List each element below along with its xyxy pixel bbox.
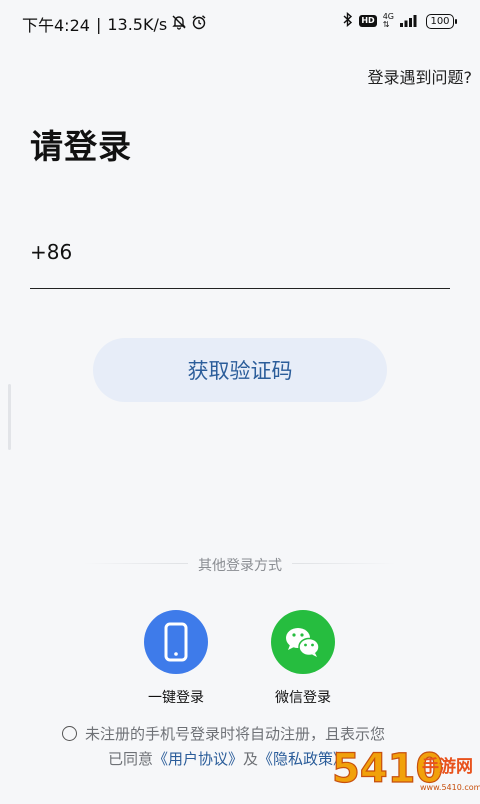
agreement-prefix: 已同意: [108, 750, 154, 768]
page-title: 请登录: [30, 127, 132, 166]
bluetooth-icon: [343, 11, 353, 30]
hd-badge: HD: [359, 15, 377, 27]
wechat-icon: [271, 610, 335, 674]
watermark-logo: 5410 手游网 www.5410.com: [330, 740, 480, 800]
agreement-checkbox[interactable]: [62, 726, 77, 741]
agreement-joiner: 及: [243, 750, 259, 768]
net-speed: 13.5K/s: [107, 14, 168, 34]
status-time: 下午4:24: [22, 16, 90, 35]
alarm-icon: [191, 14, 207, 34]
scroll-indicator: [8, 384, 11, 450]
country-code[interactable]: +86: [30, 240, 72, 264]
login-help-link[interactable]: 登录遇到问题?: [368, 64, 473, 88]
svg-text:www.5410.com: www.5410.com: [420, 783, 480, 792]
status-right: HD 4G ⇅ 100: [343, 11, 457, 30]
battery-icon: 100: [426, 13, 457, 29]
phone-input[interactable]: [78, 236, 442, 278]
one-click-login-label: 一键登录: [148, 690, 204, 706]
status-bar: 下午4:24 | 13.5K/s HD 4G ⇅ 100: [0, 0, 480, 44]
network-type: 4G ⇅: [382, 12, 394, 29]
status-left: 下午4:24 | 13.5K/s: [22, 12, 207, 36]
phone-field[interactable]: +86: [30, 236, 450, 289]
wechat-login-button[interactable]: 微信登录: [258, 610, 348, 707]
get-code-button[interactable]: 获取验证码: [93, 338, 387, 402]
svg-text:手游网: 手游网: [422, 756, 473, 777]
one-click-login-button[interactable]: 一键登录: [131, 610, 221, 707]
bell-off-icon: [171, 14, 187, 34]
signal-icon: [400, 13, 420, 30]
user-agreement-link[interactable]: 《用户协议》: [153, 750, 243, 768]
phone-icon: [144, 610, 208, 674]
wechat-login-label: 微信登录: [275, 690, 331, 706]
status-separator: |: [95, 14, 102, 34]
other-methods-label: 其他登录方式: [0, 555, 480, 575]
